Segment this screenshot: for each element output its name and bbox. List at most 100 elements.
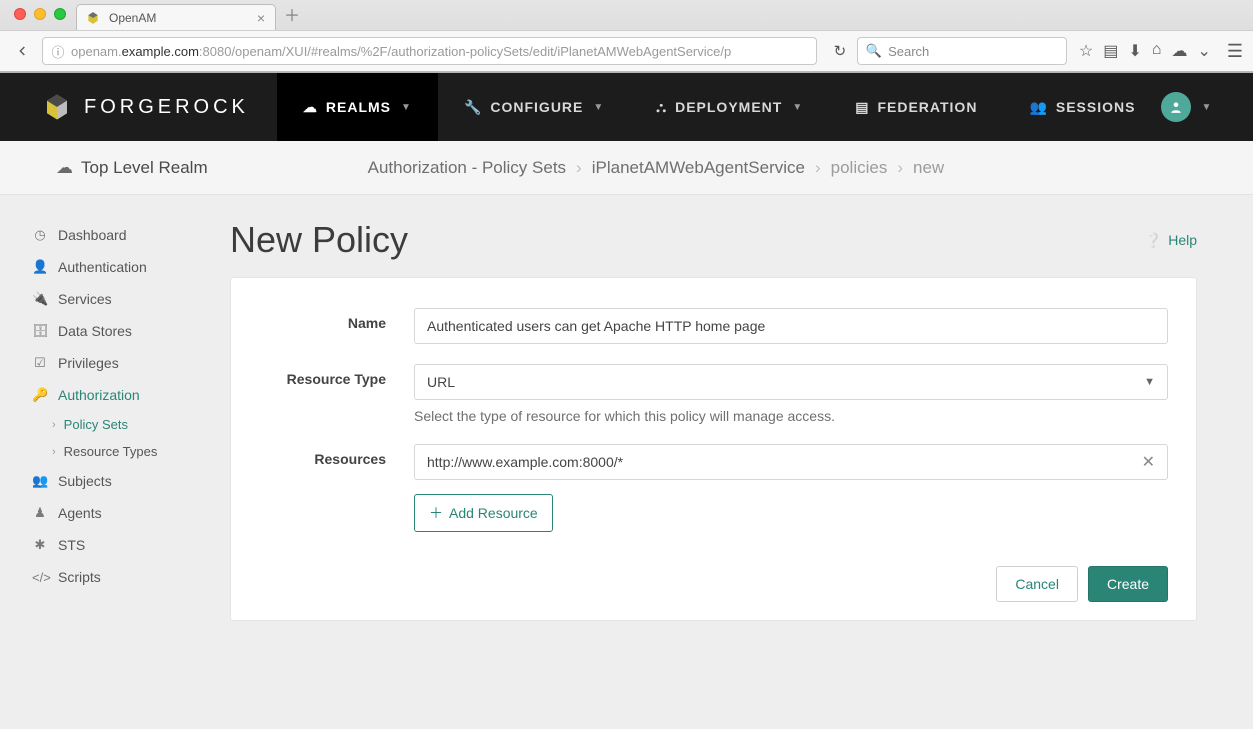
sidebar-item-sts[interactable]: ✱ STS [26,529,220,561]
chevron-down-icon: ▼ [593,102,604,113]
chevron-right-icon: › [52,446,56,458]
row-resource-type: Resource Type URL ▼ Select the type of r… [259,354,1168,434]
sidebar-item-authentication[interactable]: 👤Authentication [26,251,220,283]
resource-type-select[interactable]: URL ▼ [414,364,1168,400]
window-controls [6,8,74,20]
name-input-field[interactable] [427,318,1155,334]
name-input[interactable] [414,308,1168,344]
browser-search-input[interactable]: 🔍 Search [857,37,1067,65]
back-button[interactable] [10,39,36,63]
help-link[interactable]: ❔ Help [1145,232,1197,249]
users-icon: 👥 [1029,99,1047,116]
sidebar-item-agents[interactable]: ♟Agents [26,497,220,529]
realm-indicator[interactable]: ☁ Top Level Realm [56,158,208,178]
bookmark-star-icon[interactable]: ☆ [1079,41,1093,61]
window-zoom-button[interactable] [54,8,66,20]
sidebar-item-label: Authorization [58,387,140,403]
reader-list-icon[interactable]: ▤ [1103,41,1118,61]
sidebar-item-privileges[interactable]: ☑ Privileges [26,347,220,379]
sidebar-item-label: Privileges [58,355,119,371]
share-icon: ✱ [32,537,48,553]
url-path: :8080/openam/XUI/#realms/%2F/authorizati… [199,44,731,59]
form-card: Name Resource Type URL ▼ Select the type… [230,277,1197,621]
nav-realms[interactable]: ☁ REALMS ▼ [277,73,438,141]
help-text: Help [1168,232,1197,248]
search-icon: 🔍 [866,43,882,59]
database-icon: 🗄 [32,323,48,339]
content: New Policy ❔ Help Name Resource Type [230,195,1253,729]
pocket-icon[interactable]: ⌄ [1197,41,1210,61]
realm-name: Top Level Realm [81,158,208,178]
resource-item: http://www.example.com:8000/* ✕ [414,444,1168,480]
label-resource-type: Resource Type [259,364,414,387]
crumb-policies[interactable]: policies [831,158,888,178]
remove-resource-button[interactable]: ✕ [1142,452,1155,472]
browser-toolbar: ⓘ openam.example.com:8080/openam/XUI/#re… [0,30,1253,72]
cancel-button[interactable]: Cancel [996,566,1078,602]
home-icon[interactable]: ⌂ [1152,41,1162,61]
help-icon: ❔ [1145,232,1162,249]
users-icon: 👥 [32,473,48,489]
sidebar-item-services[interactable]: 🔌Services [26,283,220,315]
sync-icon[interactable]: ☁ [1171,41,1187,61]
plus-icon: ＋ [429,503,443,523]
site-info-icon[interactable]: ⓘ [49,42,67,61]
cloud-icon: ☁ [303,99,318,116]
brand-logo-icon [42,92,72,122]
create-button[interactable]: Create [1088,566,1168,602]
reload-button[interactable]: ↻ [829,42,851,60]
check-icon: ☑ [32,355,48,371]
page-title: New Policy [230,219,408,261]
sidebar-item-scripts[interactable]: </>Scripts [26,561,220,593]
add-resource-button[interactable]: ＋ Add Resource [414,494,553,532]
key-icon: 🔑 [32,387,48,403]
brand-text: FORGEROCK [84,96,249,119]
crumb-current: new [913,158,944,178]
avatar [1161,92,1191,122]
window-close-button[interactable] [14,8,26,20]
sidebar-item-subjects[interactable]: 👥Subjects [26,465,220,497]
sidebar-item-data-stores[interactable]: 🗄Data Stores [26,315,220,347]
chevron-right-icon: › [815,158,821,178]
chevron-down-icon: ▼ [1144,376,1155,388]
sidebar-item-dashboard[interactable]: ◷Dashboard [26,219,220,251]
address-bar[interactable]: ⓘ openam.example.com:8080/openam/XUI/#re… [42,37,817,65]
chevron-right-icon: › [897,158,903,178]
menu-button[interactable]: ☰ [1227,41,1243,62]
user-menu[interactable]: ▼ [1161,73,1253,141]
sidebar-item-label: Scripts [58,569,101,585]
main-wrap: ◷Dashboard 👤Authentication 🔌Services 🗄Da… [0,195,1253,729]
sidebar-sub-label: Policy Sets [64,417,128,432]
url-subdomain: openam. [71,44,122,59]
crumb-policy-sets[interactable]: Authorization - Policy Sets [368,158,566,178]
plug-icon: 🔌 [32,291,48,307]
nav-configure[interactable]: 🔧 CONFIGURE ▼ [438,73,630,141]
page-header: New Policy ❔ Help [230,219,1197,261]
sidebar-item-authorization[interactable]: 🔑 Authorization [26,379,220,411]
app-topnav: FORGEROCK ☁ REALMS ▼ 🔧 CONFIGURE ▼ ⛬ DEP… [0,73,1253,141]
window-minimize-button[interactable] [34,8,46,20]
sidebar-sub-resource-types[interactable]: › Resource Types [48,438,220,465]
downloads-icon[interactable]: ⬇ [1128,41,1141,61]
nav-label: DEPLOYMENT [675,99,782,115]
nav-federation[interactable]: ▤ FEDERATION [829,73,1003,141]
resource-type-value: URL [427,374,455,390]
nav-deployment[interactable]: ⛬ DEPLOYMENT ▼ [630,73,829,141]
tab-strip: OpenAM × ＋ [0,0,1253,30]
nav-label: REALMS [326,99,391,115]
browser-tab[interactable]: OpenAM × [76,4,276,30]
new-tab-button[interactable]: ＋ [284,2,300,26]
tab-close-button[interactable]: × [257,11,265,25]
sidebar-item-label: STS [58,537,85,553]
crumb-app[interactable]: iPlanetAMWebAgentService [592,158,805,178]
chevron-down-icon: ▼ [792,102,803,113]
sidebar: ◷Dashboard 👤Authentication 🔌Services 🗄Da… [0,195,230,729]
nav-sessions[interactable]: 👥 SESSIONS [1003,73,1161,141]
sidebar-sub-policy-sets[interactable]: ›Policy Sets [48,411,220,438]
nav-label: SESSIONS [1056,99,1136,115]
resource-type-help: Select the type of resource for which th… [414,408,1168,424]
sidebar-item-label: Authentication [58,259,147,275]
brand[interactable]: FORGEROCK [42,73,277,141]
sidebar-sub-label: Resource Types [64,444,158,459]
sidebar-sub-authorization: ›Policy Sets › Resource Types [26,411,220,465]
